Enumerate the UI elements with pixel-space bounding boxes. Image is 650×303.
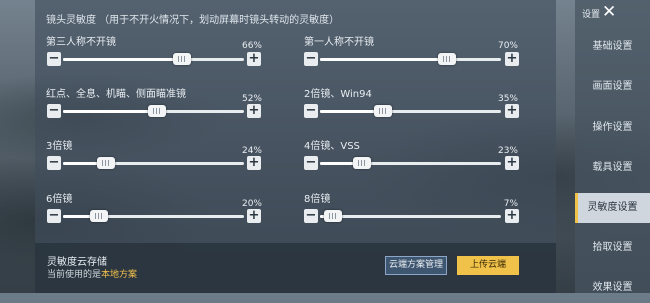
slider-track[interactable] [63,210,244,222]
section-header: 镜头灵敏度 （用于不开火情况下，划动屏幕时镜头转动的灵敏度） [46,15,340,26]
decrease-button[interactable]: − [47,104,61,118]
increase-button[interactable]: + [247,52,261,66]
slider-track[interactable] [320,210,501,222]
slider-label: 8倍镜 [304,194,331,205]
sidebar-item-vehicle[interactable]: 载具设置 [575,153,650,183]
decrease-button[interactable]: − [304,209,318,223]
decrease-button[interactable]: − [304,52,318,66]
increase-button[interactable]: + [505,209,519,223]
slider-track[interactable] [320,105,501,117]
increase-button[interactable]: + [505,156,519,170]
slider-track[interactable] [63,157,244,169]
increase-button[interactable]: + [505,104,519,118]
slider-track[interactable] [320,157,501,169]
increase-button[interactable]: + [505,52,519,66]
slider-thumb[interactable] [438,53,456,65]
slider-label: 第一人称不开镜 [304,37,374,48]
decrease-button[interactable]: − [304,156,318,170]
sidebar-item-controls[interactable]: 操作设置 [575,113,650,143]
cloud-storage-status: 当前使用的是本地方案 [47,267,137,280]
increase-button[interactable]: + [247,104,261,118]
slider-track[interactable] [320,53,501,65]
slider-label: 2倍镜、Win94 [304,89,372,100]
decrease-button[interactable]: − [47,52,61,66]
slider-label: 4倍镜、VSS [304,141,360,152]
sidebar-item-basic[interactable]: 基础设置 [575,32,650,62]
cloud-storage-title: 灵敏度云存储 [47,257,107,268]
status-prefix: 当前使用的是 [47,270,102,280]
sidebar-item-graphics[interactable]: 画面设置 [575,72,650,102]
slider-thumb[interactable] [374,105,392,117]
cloud-scheme-manage-button[interactable]: 云端方案管理 [385,256,447,275]
slider-track[interactable] [63,105,244,117]
settings-title: 设置 [582,10,601,20]
slider-value: 66% [241,41,262,51]
close-icon[interactable]: ✕ [602,2,616,22]
decrease-button[interactable]: − [47,209,61,223]
slider-label: 6倍镜 [46,194,73,205]
slider-label: 3倍镜 [46,141,73,152]
slider-thumb[interactable] [90,210,108,222]
slider-thumb[interactable] [148,105,166,117]
increase-button[interactable]: + [247,209,261,223]
decrease-button[interactable]: − [304,104,318,118]
sidebar-item-pickup[interactable]: 拾取设置 [575,233,650,263]
slider-thumb[interactable] [324,210,342,222]
slider-thumb[interactable] [173,53,191,65]
decrease-button[interactable]: − [47,156,61,170]
sidebar-item-sensitivity[interactable]: 灵敏度设置 [575,193,650,223]
slider-value: 70% [497,41,518,51]
slider-thumb[interactable] [97,157,115,169]
increase-button[interactable]: + [247,156,261,170]
status-highlight: 本地方案 [101,270,138,280]
sidebar-item-effects[interactable]: 效果设置 [575,273,650,303]
slider-thumb[interactable] [353,157,371,169]
slider-track[interactable] [63,53,244,65]
upload-cloud-button[interactable]: 上传云端 [457,256,519,275]
slider-label: 红点、全息、机瞄、侧面瞄准镜 [46,89,186,100]
slider-label: 第三人称不开镜 [46,37,116,48]
